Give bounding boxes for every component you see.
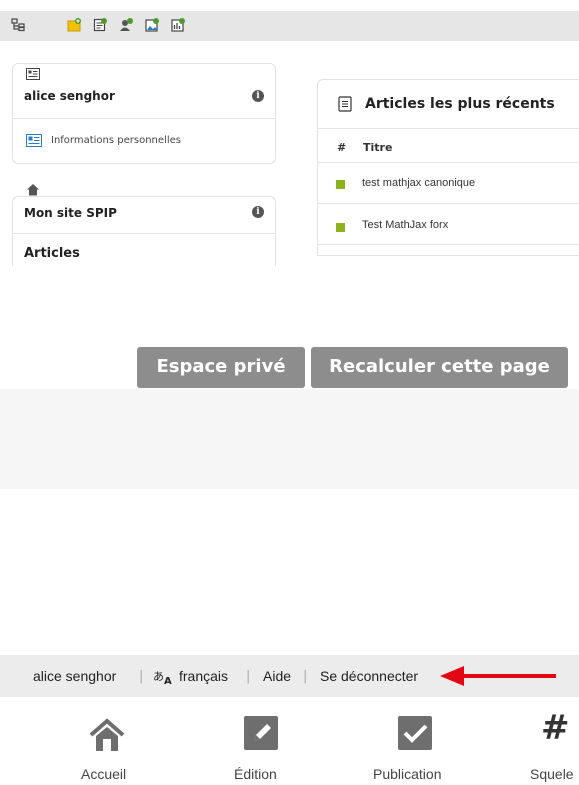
column-title[interactable]: Titre [363, 141, 392, 154]
divider [318, 203, 579, 204]
separator: | [246, 669, 251, 684]
divider [318, 244, 579, 245]
top-toolbar [0, 11, 579, 41]
nav-squelettes-label[interactable]: Squele [530, 766, 574, 782]
site-card: Mon site SPIP i Articles [12, 184, 276, 266]
recent-articles-panel: Articles les plus récents # Titre test m… [317, 79, 579, 256]
status-square [336, 223, 345, 232]
home-icon [27, 184, 39, 196]
column-hash: # [337, 141, 347, 154]
new-stats-icon[interactable] [171, 18, 185, 32]
divider [13, 118, 275, 119]
nav-edition-label[interactable]: Édition [234, 766, 277, 782]
edit-icon[interactable] [244, 716, 278, 750]
home-icon[interactable] [88, 718, 126, 752]
nav-home-label[interactable]: Accueil [81, 766, 126, 782]
user-card: alice senghor i Informations personnelle… [12, 63, 276, 164]
footer-bar: alice senghor | あ A français | Aide | Se… [0, 655, 579, 697]
recent-articles-title: Articles les plus récents [365, 96, 555, 112]
preview-band [0, 389, 579, 489]
document-icon [338, 96, 352, 112]
screen: alice senghor i Informations personnelle… [0, 0, 579, 785]
recalculate-page-button[interactable]: Recalculer cette page [311, 347, 568, 388]
footer-user-link[interactable]: alice senghor [33, 668, 116, 684]
divider [318, 128, 579, 129]
tree-icon[interactable] [11, 18, 25, 32]
articles-heading[interactable]: Articles [24, 246, 80, 261]
svg-text:#: # [541, 711, 570, 748]
status-square [336, 180, 345, 189]
checkbox-icon[interactable] [398, 716, 432, 750]
separator: | [139, 669, 144, 684]
info-icon[interactable]: i [252, 90, 264, 102]
new-article-icon[interactable] [93, 18, 107, 32]
divider [13, 233, 275, 234]
nav-publication-label[interactable]: Publication [373, 766, 442, 782]
id-card-icon [26, 134, 42, 147]
article-link[interactable]: test mathjax canonique [362, 177, 475, 189]
info-icon[interactable]: i [252, 206, 264, 218]
new-folder-icon[interactable] [67, 18, 81, 32]
divider [318, 162, 579, 163]
hash-icon[interactable]: # [541, 711, 579, 751]
logout-link[interactable]: Se déconnecter [320, 668, 418, 684]
new-user-icon[interactable] [119, 18, 133, 32]
id-card-icon [26, 68, 40, 80]
svg-text:A: A [164, 676, 172, 685]
article-link[interactable]: Test MathJax forx [362, 219, 448, 231]
svg-text:あ: あ [153, 670, 164, 683]
private-space-button[interactable]: Espace privé [137, 347, 305, 388]
separator: | [303, 669, 308, 684]
help-link[interactable]: Aide [263, 668, 291, 684]
site-title: Mon site SPIP [24, 206, 117, 220]
new-image-icon[interactable] [145, 18, 159, 32]
language-link[interactable]: français [179, 668, 228, 684]
red-arrow-annotation [440, 666, 556, 686]
personal-info-link[interactable]: Informations personnelles [51, 135, 181, 146]
user-name: alice senghor [24, 89, 115, 103]
bottom-nav: Accueil Édition Publication # Squele [0, 697, 579, 785]
language-icon: あ A [153, 670, 172, 685]
